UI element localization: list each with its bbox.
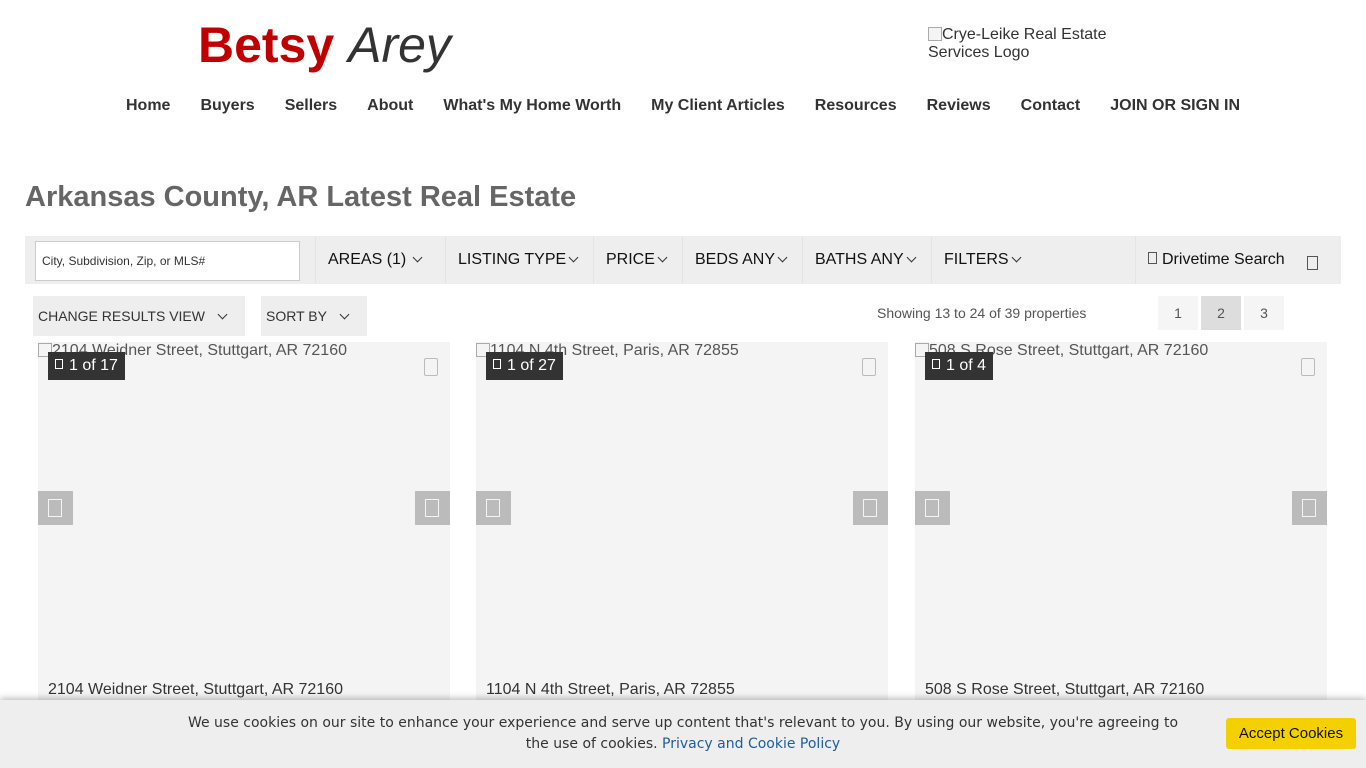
- broken-image-icon: [928, 27, 942, 41]
- chevron-right-icon: [863, 499, 877, 517]
- listing-address[interactable]: 508 S Rose Street, Stuttgart, AR 72160: [925, 681, 1204, 699]
- filter-more[interactable]: FILTERS: [931, 236, 1031, 284]
- search-input[interactable]: [35, 241, 300, 281]
- nav-home[interactable]: Home: [111, 94, 185, 118]
- camera-icon: [932, 358, 940, 369]
- nav-reviews[interactable]: Reviews: [912, 94, 1006, 118]
- change-results-view-label: CHANGE RESULTS VIEW: [38, 308, 205, 324]
- search-bar: AREAS (1) LISTING TYPE PRICE BEDS ANY BA…: [25, 236, 1341, 284]
- photo-count: 1 of 27: [507, 357, 556, 374]
- car-icon: [1148, 251, 1157, 264]
- chevron-down-icon: [412, 252, 423, 263]
- site-logo[interactable]: Betsy Arey: [198, 16, 451, 74]
- filter-beds-label: BEDS ANY: [695, 251, 776, 268]
- chevron-down-icon: [339, 309, 350, 320]
- filter-beds[interactable]: BEDS ANY: [682, 236, 802, 284]
- chevron-down-icon: [657, 252, 668, 263]
- partner-logo[interactable]: Crye-Leike Real Estate Services Logo: [928, 26, 1128, 62]
- filter-more-label: FILTERS: [944, 251, 1009, 268]
- drivetime-search-button[interactable]: Drivetime Search: [1135, 236, 1295, 284]
- nav-home-worth[interactable]: What's My Home Worth: [428, 94, 636, 118]
- filter-listing-type[interactable]: LISTING TYPE: [445, 236, 595, 284]
- chevron-left-icon: [48, 499, 62, 517]
- camera-icon: [55, 358, 63, 369]
- chevron-down-icon: [906, 252, 917, 263]
- listing-card[interactable]: 508 S Rose Street, Stuttgart, AR 72160 1…: [915, 342, 1327, 702]
- previous-photo-button[interactable]: [915, 491, 950, 525]
- favorite-icon[interactable]: [862, 358, 876, 376]
- logo-last-name: Arey: [348, 17, 451, 73]
- chevron-down-icon: [1011, 252, 1022, 263]
- filter-areas-label: AREAS (1): [328, 251, 407, 268]
- sort-by-label: SORT BY: [266, 308, 327, 324]
- map-icon[interactable]: [1307, 256, 1318, 270]
- site-header: Betsy Arey Crye-Leike Real Estate Servic…: [0, 0, 1366, 150]
- logo-first-name: Betsy: [198, 17, 335, 73]
- photo-count-badge: 1 of 4: [925, 352, 994, 380]
- previous-photo-button[interactable]: [38, 491, 73, 525]
- chevron-left-icon: [486, 499, 500, 517]
- change-results-view-button[interactable]: CHANGE RESULTS VIEW: [33, 296, 245, 336]
- filter-baths[interactable]: BATHS ANY: [802, 236, 932, 284]
- favorite-icon[interactable]: [424, 358, 438, 376]
- chevron-right-icon: [1302, 499, 1316, 517]
- cookie-banner: We use cookies on our site to enhance yo…: [0, 700, 1366, 768]
- accept-cookies-button[interactable]: Accept Cookies: [1226, 718, 1356, 749]
- nav-resources[interactable]: Resources: [800, 94, 912, 118]
- favorite-icon[interactable]: [1301, 358, 1315, 376]
- cookie-message-container: We use cookies on our site to enhance yo…: [180, 713, 1186, 755]
- drivetime-label: Drivetime Search: [1162, 251, 1285, 268]
- listing-address[interactable]: 2104 Weidner Street, Stuttgart, AR 72160: [48, 681, 343, 699]
- nav-about[interactable]: About: [352, 94, 428, 118]
- page-title: Arkansas County, AR Latest Real Estate: [25, 181, 577, 213]
- chevron-down-icon: [217, 309, 228, 320]
- chevron-left-icon: [925, 499, 939, 517]
- photo-count: 1 of 4: [946, 357, 987, 374]
- listing-card[interactable]: 1104 N 4th Street, Paris, AR 72855 1 of …: [476, 342, 888, 702]
- nav-contact[interactable]: Contact: [1006, 94, 1096, 118]
- next-photo-button[interactable]: [415, 491, 450, 525]
- page-1-button[interactable]: 1: [1158, 296, 1198, 330]
- photo-count: 1 of 17: [69, 357, 118, 374]
- filter-baths-label: BATHS ANY: [815, 251, 904, 268]
- filter-listing-type-label: LISTING TYPE: [458, 251, 567, 268]
- camera-icon: [493, 358, 501, 369]
- main-nav: Home Buyers Sellers About What's My Home…: [0, 94, 1366, 118]
- sort-by-button[interactable]: SORT BY: [261, 296, 367, 336]
- page-2-button[interactable]: 2: [1201, 296, 1241, 330]
- next-photo-button[interactable]: [1292, 491, 1327, 525]
- listing-card[interactable]: 2104 Weidner Street, Stuttgart, AR 72160…: [38, 342, 450, 702]
- listing-address[interactable]: 1104 N 4th Street, Paris, AR 72855: [486, 681, 735, 699]
- chevron-right-icon: [425, 499, 439, 517]
- chevron-down-icon: [568, 252, 579, 263]
- page-3-button[interactable]: 3: [1244, 296, 1284, 330]
- next-photo-button[interactable]: [853, 491, 888, 525]
- filter-price[interactable]: PRICE: [593, 236, 683, 284]
- nav-buyers[interactable]: Buyers: [185, 94, 269, 118]
- filter-areas[interactable]: AREAS (1): [315, 236, 439, 284]
- privacy-policy-link[interactable]: Privacy and Cookie Policy: [662, 736, 840, 752]
- filter-price-label: PRICE: [606, 251, 655, 268]
- nav-client-articles[interactable]: My Client Articles: [636, 94, 800, 118]
- chevron-down-icon: [777, 252, 788, 263]
- nav-sellers[interactable]: Sellers: [270, 94, 352, 118]
- nav-join-sign-in[interactable]: JOIN OR SIGN IN: [1095, 94, 1255, 118]
- partner-logo-alt: Crye-Leike Real Estate Services Logo: [928, 26, 1107, 61]
- photo-count-badge: 1 of 27: [486, 352, 563, 380]
- photo-count-badge: 1 of 17: [48, 352, 125, 380]
- previous-photo-button[interactable]: [476, 491, 511, 525]
- results-count: Showing 13 to 24 of 39 properties: [877, 305, 1087, 321]
